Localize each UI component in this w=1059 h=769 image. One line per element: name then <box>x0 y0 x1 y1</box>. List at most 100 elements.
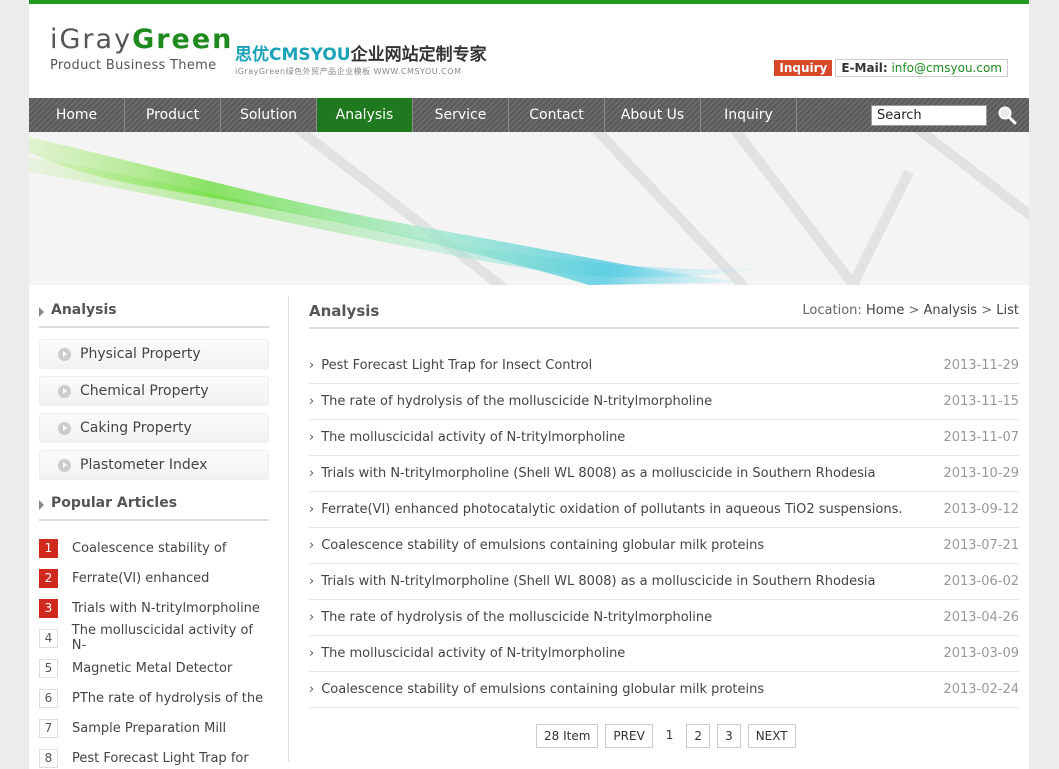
nav-item-product[interactable]: Product <box>125 98 221 132</box>
arrow-circle-icon <box>58 347 71 361</box>
brand-banner: 思优CMSYOU企业网站定制专家 iGrayGreen绿色外贸产品企业模板 WW… <box>235 44 487 77</box>
table-row[interactable]: Trials with N-tritylmorpholine (Shell WL… <box>309 456 1019 492</box>
page-2-button[interactable]: 2 <box>686 724 711 748</box>
rank-badge: 3 <box>39 598 58 618</box>
list-item[interactable]: 5 Magnetic Metal Detector <box>39 653 269 683</box>
rank-badge: 6 <box>39 688 58 708</box>
hero-banner <box>29 132 1029 285</box>
list-item[interactable]: 7 Sample Preparation Mill <box>39 713 269 743</box>
table-row[interactable]: The molluscicidal activity of N-tritylmo… <box>309 420 1019 456</box>
breadcrumb-home[interactable]: Home <box>866 303 904 318</box>
article-date: 2013-11-07 <box>943 430 1019 445</box>
table-row[interactable]: The rate of hydrolysis of the molluscici… <box>309 384 1019 420</box>
brand-prefix: 思优 <box>235 45 269 65</box>
article-title[interactable]: The rate of hydrolysis of the molluscici… <box>309 394 712 409</box>
list-item[interactable]: 2 Ferrate(VI) enhanced <box>39 563 269 593</box>
prev-page-button[interactable]: PREV <box>605 724 653 748</box>
list-item[interactable]: 3 Trials with N-tritylmorpholine <box>39 593 269 623</box>
breadcrumb-current: List <box>996 303 1019 318</box>
header-contact: Inquiry E-Mail: info@cmsyou.com <box>774 59 1008 77</box>
article-title[interactable]: Trials with N-tritylmorpholine (Shell WL… <box>309 574 875 589</box>
table-row[interactable]: Pest Forecast Light Trap for Insect Cont… <box>309 348 1019 384</box>
category-item-plastometer-index[interactable]: Plastometer Index <box>39 450 269 480</box>
arrow-circle-icon <box>58 458 71 472</box>
pagination: 28 Item PREV 1 2 3 NEXT <box>536 724 803 748</box>
nav-item-contact[interactable]: Contact <box>509 98 605 132</box>
nav-item-service[interactable]: Service <box>413 98 509 132</box>
column-divider <box>288 296 289 762</box>
email-link[interactable]: info@cmsyou.com <box>891 61 1002 75</box>
brand-subtitle: iGrayGreen绿色外贸产品企业模板 WWW.CMSYOU.COM <box>235 67 462 76</box>
pagination-count: 28 Item <box>536 724 599 748</box>
article-title[interactable]: The molluscicidal activity of N-tritylmo… <box>309 430 625 445</box>
list-item[interactable]: 6 PThe rate of hydrolysis of the <box>39 683 269 713</box>
main-nav: Home Product Solution Analysis Service C… <box>29 98 1029 132</box>
list-item[interactable]: 1 Coalescence stability of <box>39 533 269 563</box>
logo-text-gray: iGray <box>50 24 133 55</box>
popular-articles-list: 1 Coalescence stability of 2 Ferrate(VI) e… <box>39 533 269 769</box>
breadcrumb-separator: > <box>981 303 993 318</box>
table-row[interactable]: Coalescence stability of emulsions conta… <box>309 672 1019 708</box>
sidebar-title: Analysis <box>39 294 269 328</box>
current-page: 1 <box>659 724 680 748</box>
nav-item-home[interactable]: Home <box>29 98 125 132</box>
article-title[interactable]: Ferrate(VI) enhanced photocatalytic oxid… <box>309 502 902 517</box>
page-title: Analysis <box>309 301 380 320</box>
rank-badge: 4 <box>39 628 58 648</box>
table-row[interactable]: Trials with N-tritylmorpholine (Shell WL… <box>309 564 1019 600</box>
table-row[interactable]: The rate of hydrolysis of the molluscici… <box>309 600 1019 636</box>
article-title[interactable]: The rate of hydrolysis of the molluscici… <box>309 610 712 625</box>
nav-item-about-us[interactable]: About Us <box>605 98 701 132</box>
article-title[interactable]: Coalescence stability of emulsions conta… <box>309 538 764 553</box>
article-date: 2013-07-21 <box>943 538 1019 553</box>
logo-subtitle: Product Business Theme <box>50 58 217 73</box>
article-date: 2013-04-26 <box>943 610 1019 625</box>
main-header: Analysis Location: Home > Analysis > Lis… <box>309 294 1019 329</box>
rank-badge: 8 <box>39 748 58 768</box>
email-box: E-Mail: info@cmsyou.com <box>835 59 1008 77</box>
rank-badge: 5 <box>39 658 58 678</box>
article-date: 2013-11-29 <box>943 358 1019 373</box>
nav-item-inquiry[interactable]: Inquiry <box>701 98 797 132</box>
popular-articles-title: Popular Articles <box>39 487 269 521</box>
nav-item-analysis[interactable]: Analysis <box>317 98 413 132</box>
main-content: Analysis Location: Home > Analysis > Lis… <box>309 294 1019 748</box>
search-input[interactable]: Search <box>871 105 987 126</box>
article-list: Pest Forecast Light Trap for Insect Cont… <box>309 348 1019 708</box>
article-title[interactable]: Trials with N-tritylmorpholine (Shell WL… <box>309 466 875 481</box>
article-date: 2013-10-29 <box>943 466 1019 481</box>
article-date: 2013-03-09 <box>943 646 1019 661</box>
article-date: 2013-11-15 <box>943 394 1019 409</box>
rank-badge: 7 <box>39 718 58 738</box>
sidebar: Analysis Physical Property Chemical Prop… <box>39 294 269 769</box>
page-3-button[interactable]: 3 <box>717 724 741 748</box>
article-date: 2013-09-12 <box>943 502 1019 517</box>
list-item[interactable]: 4 The molluscicidal activity of N- <box>39 623 269 653</box>
table-row[interactable]: Coalescence stability of emulsions conta… <box>309 528 1019 564</box>
category-list: Physical Property Chemical Property Caki… <box>39 339 269 480</box>
banner-wave-graphic <box>29 132 1029 285</box>
brand-suffix: 企业网站定制专家 <box>350 45 487 65</box>
category-item-caking-property[interactable]: Caking Property <box>39 413 269 443</box>
site-logo[interactable]: iGrayGreen Product Business Theme <box>50 24 233 73</box>
article-title[interactable]: Pest Forecast Light Trap for Insect Cont… <box>309 358 592 373</box>
category-item-chemical-property[interactable]: Chemical Property <box>39 376 269 406</box>
table-row[interactable]: The molluscicidal activity of N-tritylmo… <box>309 636 1019 672</box>
breadcrumb-analysis[interactable]: Analysis <box>924 303 978 318</box>
nav-item-solution[interactable]: Solution <box>221 98 317 132</box>
list-item[interactable]: 8 Pest Forecast Light Trap for <box>39 743 269 769</box>
rank-badge: 1 <box>39 538 58 558</box>
next-page-button[interactable]: NEXT <box>747 724 796 748</box>
table-row[interactable]: Ferrate(VI) enhanced photocatalytic oxid… <box>309 492 1019 528</box>
category-item-physical-property[interactable]: Physical Property <box>39 339 269 369</box>
search-icon[interactable] <box>997 105 1017 125</box>
inquiry-badge[interactable]: Inquiry <box>774 60 833 76</box>
article-title[interactable]: Coalescence stability of emulsions conta… <box>309 682 764 697</box>
arrow-circle-icon <box>58 384 71 398</box>
article-date: 2013-02-24 <box>943 682 1019 697</box>
article-title[interactable]: The molluscicidal activity of N-tritylmo… <box>309 646 625 661</box>
page: iGrayGreen Product Business Theme 思优CMSY… <box>29 0 1029 769</box>
breadcrumb-label: Location: <box>802 303 862 318</box>
logo-text-green: Green <box>132 24 234 55</box>
brand-highlight: CMSYOU <box>269 45 351 65</box>
